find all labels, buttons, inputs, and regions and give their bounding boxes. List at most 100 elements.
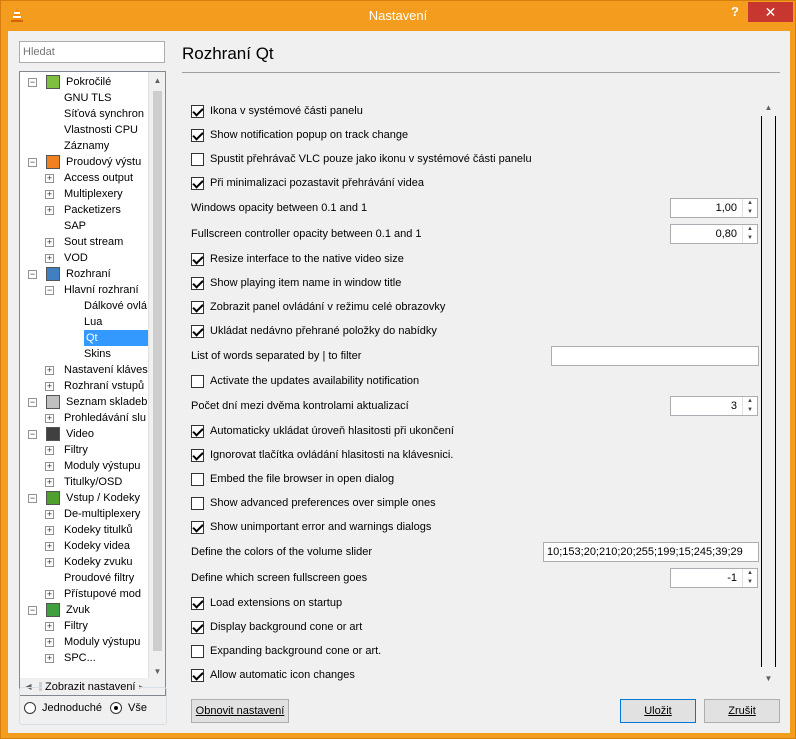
setting-row[interactable]: Allow automatic icon changes: [191, 665, 355, 685]
expand-icon[interactable]: +: [45, 638, 54, 647]
setting-checkbox[interactable]: [191, 324, 204, 338]
help-button[interactable]: ?: [722, 2, 748, 22]
spin-down-icon[interactable]: ▼: [743, 208, 757, 217]
tree-item[interactable]: + VOD: [20, 250, 148, 266]
setting-row[interactable]: Ukládat nedávno přehrané položky do nabí…: [191, 321, 437, 341]
save-button[interactable]: Uložit: [620, 699, 696, 723]
tree-item[interactable]: − Pokročilé: [20, 74, 148, 90]
settings-scroll-thumb[interactable]: [761, 116, 776, 667]
tree-item[interactable]: + SPC...: [20, 650, 148, 666]
tree-item[interactable]: − Hlavní rozhraní: [20, 282, 148, 298]
setting-checkbox[interactable]: [191, 104, 204, 118]
setting-checkbox[interactable]: [191, 276, 204, 290]
spin-arrows[interactable]: ▲ ▼: [742, 225, 757, 243]
expand-icon[interactable]: +: [45, 174, 54, 183]
tree-item[interactable]: Dálkové ovlá: [20, 298, 148, 314]
spin-down-icon[interactable]: ▼: [743, 234, 757, 243]
tree-item[interactable]: Vlastnosti CPU: [20, 122, 148, 138]
expand-icon[interactable]: +: [45, 654, 54, 663]
collapse-icon[interactable]: −: [28, 430, 37, 439]
setting-checkbox[interactable]: [191, 448, 204, 462]
tree-item[interactable]: + Nastavení kláves: [20, 362, 148, 378]
spin-down-icon[interactable]: ▼: [743, 406, 757, 415]
tree-item[interactable]: + Přístupové mod: [20, 586, 148, 602]
tree-item[interactable]: + De-multiplexery: [20, 506, 148, 522]
collapse-icon[interactable]: −: [45, 286, 54, 295]
radio-simple-button[interactable]: [24, 702, 36, 714]
tree-item[interactable]: + Kodeky titulků: [20, 522, 148, 538]
tree-item[interactable]: + Multiplexery: [20, 186, 148, 202]
spin-up-icon[interactable]: ▲: [743, 199, 757, 208]
expand-icon[interactable]: +: [45, 526, 54, 535]
spin-up-icon[interactable]: ▲: [743, 569, 757, 578]
tree-item[interactable]: + Titulky/OSD: [20, 474, 148, 490]
setting-checkbox[interactable]: [191, 374, 204, 388]
collapse-icon[interactable]: −: [28, 78, 37, 87]
tree-item[interactable]: SAP: [20, 218, 148, 234]
collapse-icon[interactable]: −: [28, 494, 37, 503]
setting-checkbox[interactable]: [191, 620, 204, 634]
tree-item[interactable]: − Rozhraní: [20, 266, 148, 282]
collapse-icon[interactable]: −: [28, 270, 37, 279]
setting-checkbox[interactable]: [191, 596, 204, 610]
tree-item[interactable]: − Zvuk: [20, 602, 148, 618]
tree-scroll-thumb[interactable]: [153, 91, 162, 651]
radio-all-button[interactable]: [110, 702, 122, 714]
spin-arrows[interactable]: ▲ ▼: [742, 397, 757, 415]
expand-icon[interactable]: +: [45, 510, 54, 519]
tree-item[interactable]: + Prohledávání slu: [20, 410, 148, 426]
setting-checkbox[interactable]: [191, 496, 204, 510]
expand-icon[interactable]: +: [45, 382, 54, 391]
expand-icon[interactable]: +: [45, 446, 54, 455]
collapse-icon[interactable]: −: [28, 606, 37, 615]
expand-icon[interactable]: +: [45, 414, 54, 423]
setting-checkbox[interactable]: [191, 424, 204, 438]
setting-checkbox[interactable]: [191, 300, 204, 314]
setting-spinbox[interactable]: 3 ▲ ▼: [670, 396, 758, 416]
tree-item[interactable]: + Rozhraní vstupů: [20, 378, 148, 394]
tree-item[interactable]: Lua: [20, 314, 148, 330]
tree-item[interactable]: Záznamy: [20, 138, 148, 154]
spin-arrows[interactable]: ▲ ▼: [742, 569, 757, 587]
setting-row[interactable]: Ikona v systémové části panelu: [191, 101, 363, 121]
radio-all[interactable]: Vše: [110, 702, 147, 714]
expand-icon[interactable]: +: [45, 558, 54, 567]
setting-row[interactable]: Automaticky ukládat úroveň hlasitosti př…: [191, 421, 454, 441]
expand-icon[interactable]: +: [45, 590, 54, 599]
cancel-button[interactable]: Zrušit: [704, 699, 780, 723]
tree-item[interactable]: Síťová synchron: [20, 106, 148, 122]
setting-spinbox[interactable]: -1 ▲ ▼: [670, 568, 758, 588]
tree-item[interactable]: + Filtry: [20, 442, 148, 458]
expand-icon[interactable]: +: [45, 478, 54, 487]
close-button[interactable]: ✕: [748, 2, 793, 22]
spin-down-icon[interactable]: ▼: [743, 578, 757, 587]
setting-checkbox[interactable]: [191, 472, 204, 486]
setting-text-field[interactable]: 10;153;20;210;20;255;199;15;245;39;29: [543, 542, 759, 562]
setting-checkbox[interactable]: [191, 520, 204, 534]
tree-item[interactable]: + Access output: [20, 170, 148, 186]
radio-simple[interactable]: Jednoduché: [24, 702, 102, 714]
expand-icon[interactable]: +: [45, 622, 54, 631]
setting-text-field[interactable]: [551, 346, 759, 366]
setting-row[interactable]: Expanding background cone or art.: [191, 641, 381, 661]
setting-checkbox[interactable]: [191, 152, 204, 166]
tree-item[interactable]: − Seznam skladeb: [20, 394, 148, 410]
spin-arrows[interactable]: ▲ ▼: [742, 199, 757, 217]
setting-row[interactable]: Show advanced preferences over simple on…: [191, 493, 436, 513]
tree-item[interactable]: + Packetizers: [20, 202, 148, 218]
setting-row[interactable]: Spustit přehrávač VLC pouze jako ikonu v…: [191, 149, 532, 169]
setting-checkbox[interactable]: [191, 128, 204, 142]
tree-item[interactable]: + Sout stream: [20, 234, 148, 250]
tree-item[interactable]: + Moduly výstupu: [20, 458, 148, 474]
expand-icon[interactable]: +: [45, 542, 54, 551]
tree-item[interactable]: + Kodeky zvuku: [20, 554, 148, 570]
setting-row[interactable]: Ignorovat tlačítka ovládání hlasitosti n…: [191, 445, 453, 465]
setting-row[interactable]: Embed the file browser in open dialog: [191, 469, 394, 489]
setting-row[interactable]: Show playing item name in window title: [191, 273, 401, 293]
tree-item[interactable]: − Video: [20, 426, 148, 442]
spin-up-icon[interactable]: ▲: [743, 397, 757, 406]
tree-item[interactable]: Qt: [20, 330, 148, 346]
title-bar[interactable]: Nastavení ? ✕: [1, 1, 795, 31]
tree-item[interactable]: − Vstup / Kodeky: [20, 490, 148, 506]
setting-checkbox[interactable]: [191, 252, 204, 266]
